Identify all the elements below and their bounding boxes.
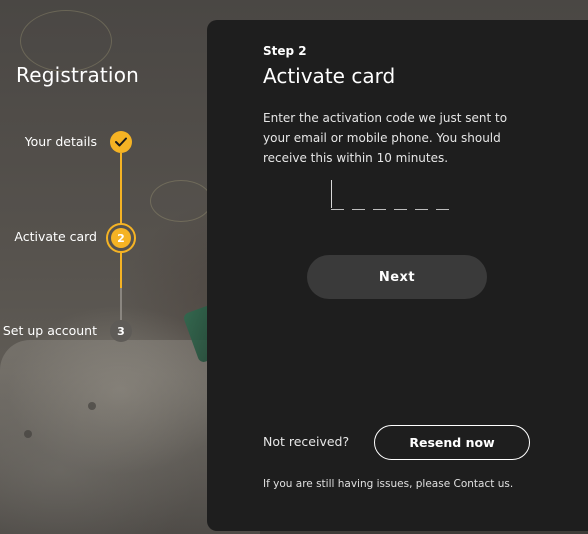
resend-button[interactable]: Resend now <box>374 425 530 460</box>
step-label-activate-card: Activate card <box>14 229 97 244</box>
code-slot[interactable] <box>415 209 428 210</box>
code-slot[interactable] <box>331 209 344 210</box>
contact-us-link[interactable]: Contact us <box>454 478 510 490</box>
next-button[interactable]: Next <box>307 255 487 299</box>
step-number: 2 <box>111 228 131 248</box>
activation-panel: Step 2 Activate card Enter the activatio… <box>207 20 588 531</box>
background-doodle <box>150 180 212 222</box>
step-number: 3 <box>117 324 125 338</box>
step-label-set-up-account: Set up account <box>2 323 97 338</box>
code-slot[interactable] <box>373 209 386 210</box>
code-slot[interactable] <box>394 209 407 210</box>
progress-line-pending <box>120 288 122 320</box>
activation-code-input[interactable] <box>331 178 457 210</box>
registration-title: Registration <box>16 63 140 87</box>
check-icon <box>115 137 127 147</box>
progress-line-completed <box>120 153 122 225</box>
progress-line-current <box>120 253 122 288</box>
help-text: If you are still having issues, please C… <box>263 478 513 490</box>
code-slot[interactable] <box>352 209 365 210</box>
background-detail <box>24 430 32 438</box>
text-caret <box>331 180 332 208</box>
help-text-suffix: . <box>509 478 514 490</box>
help-text-prefix: If you are still having issues, please <box>263 478 454 490</box>
not-received-label: Not received? <box>263 434 350 449</box>
code-slot[interactable] <box>436 209 449 210</box>
background-detail <box>88 402 96 410</box>
activation-instructions: Enter the activation code we just sent t… <box>263 111 508 165</box>
step-current-indicator: 2 <box>106 223 136 253</box>
page-title: Activate card <box>263 64 396 88</box>
step-done-indicator <box>110 131 132 153</box>
step-label-your-details: Your details <box>24 134 97 149</box>
step-kicker: Step 2 <box>263 44 307 58</box>
step-pending-indicator: 3 <box>110 320 132 342</box>
